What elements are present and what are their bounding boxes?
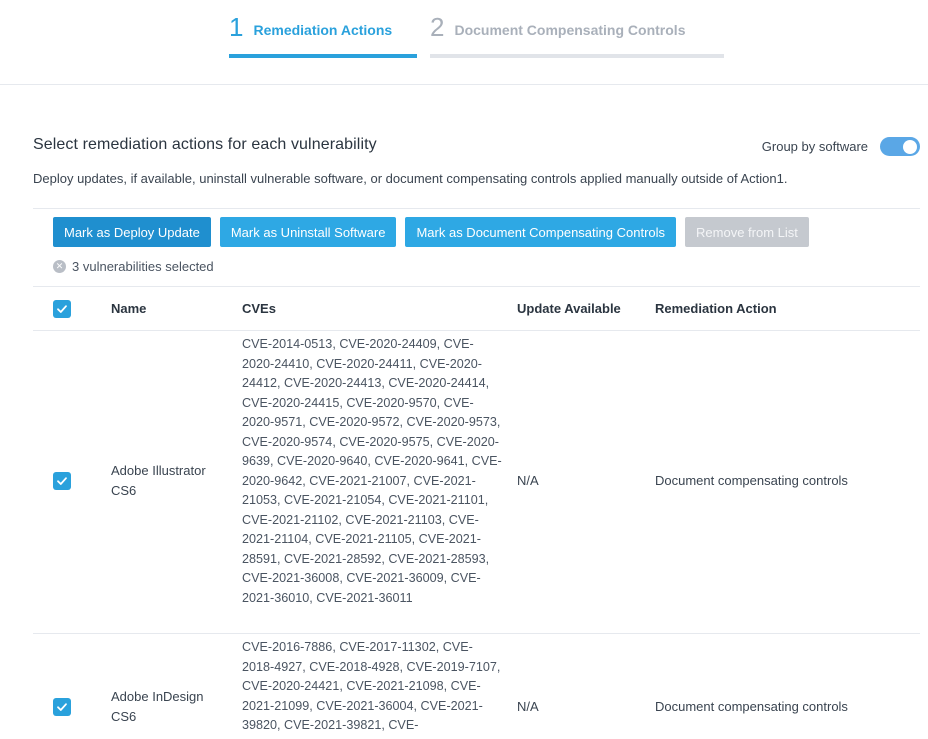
step-number: 2: [430, 12, 445, 42]
switch-knob: [903, 139, 917, 154]
column-header-remediation-action: Remediation Action: [655, 301, 777, 316]
step-remediation-actions[interactable]: 1 Remediation Actions: [229, 12, 417, 58]
table-header: Name CVEs Update Available Remediation A…: [33, 286, 920, 331]
table-row[interactable]: Adobe InDesign CS6 CVE-2016-7886, CVE-20…: [33, 634, 920, 739]
update-available-value: N/A: [517, 699, 539, 714]
remediation-action-value: Document compensating controls: [655, 699, 848, 714]
group-by-software-label: Group by software: [761, 139, 868, 154]
vulnerabilities-table: Name CVEs Update Available Remediation A…: [33, 286, 920, 739]
remediation-action-value: Document compensating controls: [655, 473, 848, 488]
column-header-update-available: Update Available: [517, 301, 621, 316]
mark-deploy-update-button[interactable]: Mark as Deploy Update: [53, 217, 211, 247]
mark-uninstall-software-button[interactable]: Mark as Uninstall Software: [219, 217, 397, 247]
row-checkbox[interactable]: [53, 472, 71, 490]
software-name: Adobe Illustrator CS6: [111, 463, 206, 498]
column-header-cves: CVEs: [242, 301, 276, 316]
action-toolbar: Mark as Deploy Update Mark as Uninstall …: [53, 217, 809, 247]
cve-list: CVE-2014-0513, CVE-2020-24409, CVE-2020-…: [242, 337, 502, 605]
check-icon: [57, 477, 67, 485]
step-document-compensating-controls[interactable]: 2 Document Compensating Controls: [430, 12, 724, 58]
check-icon: [57, 305, 67, 313]
step-inactive-bar: [430, 54, 724, 58]
page-subtitle: Deploy updates, if available, uninstall …: [33, 171, 788, 186]
divider: [33, 208, 920, 209]
group-by-software-switch[interactable]: [880, 137, 920, 156]
stepper: 1 Remediation Actions 2 Document Compens…: [0, 0, 928, 85]
software-name: Adobe InDesign CS6: [111, 689, 204, 724]
mark-document-compensating-controls-button[interactable]: Mark as Document Compensating Controls: [405, 217, 677, 247]
cve-list: CVE-2016-7886, CVE-2017-11302, CVE-2018-…: [242, 640, 501, 732]
select-all-checkbox[interactable]: [53, 300, 71, 318]
update-available-value: N/A: [517, 473, 539, 488]
step-label: Document Compensating Controls: [454, 22, 686, 38]
selection-count-text: 3 vulnerabilities selected: [72, 259, 214, 274]
column-header-name: Name: [111, 301, 147, 316]
step-label: Remediation Actions: [253, 22, 393, 38]
check-icon: [57, 703, 67, 711]
step-active-bar: [229, 54, 417, 58]
page-title: Select remediation actions for each vuln…: [33, 136, 377, 153]
table-row[interactable]: Adobe Illustrator CS6 CVE-2014-0513, CVE…: [33, 331, 920, 634]
group-by-software-toggle: Group by software: [762, 137, 920, 156]
selection-info: ✕ 3 vulnerabilities selected: [53, 259, 214, 274]
clear-selection-icon[interactable]: ✕: [53, 260, 66, 273]
row-checkbox[interactable]: [53, 698, 71, 716]
step-number: 1: [229, 12, 244, 42]
remove-from-list-button[interactable]: Remove from List: [685, 217, 809, 247]
